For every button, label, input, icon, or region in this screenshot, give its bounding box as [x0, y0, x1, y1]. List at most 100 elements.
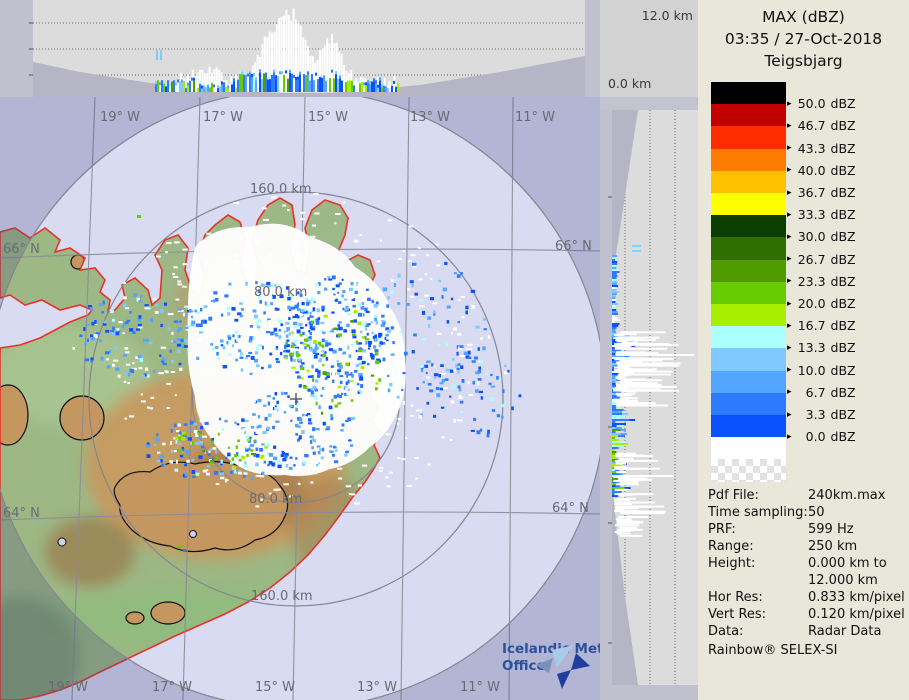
metadata-label: Hor Res:: [708, 590, 763, 605]
lat-label: 64° N: [552, 501, 589, 516]
lat-label: 66° N: [3, 242, 40, 257]
product-title: MAX (dBZ): [762, 8, 845, 26]
scale-tick-arrow-icon: ▸: [787, 143, 792, 154]
lon-label: 11° W: [515, 110, 555, 125]
metadata-value: Radar Data: [808, 624, 882, 639]
profile-bottom-margin: [600, 685, 698, 700]
scale-swatch: [711, 281, 786, 305]
metadata-value: 240km.max: [808, 488, 886, 503]
scale-tick-arrow-icon: ▸: [787, 254, 792, 265]
metadata-value: 50: [808, 505, 825, 520]
scale-swatch: [711, 126, 786, 150]
metadata-label: Range:: [708, 539, 754, 554]
metadata-label: Vert Res:: [708, 607, 767, 622]
scale-swatch: [711, 348, 786, 372]
ring-label: 160.0 km: [251, 589, 313, 604]
lon-label: 15° W: [308, 110, 348, 125]
scale-tick-arrow-icon: ▸: [787, 342, 792, 353]
scale-entry-label: ▸ 33.3 dBZ: [787, 207, 856, 223]
imo-logo-text-line1: Icelandic Met: [502, 641, 600, 657]
scale-swatch: [711, 392, 786, 416]
right-height-profile-panel: [600, 97, 698, 700]
lon-label: 13° W: [357, 680, 397, 695]
scale-entry-label: ▸ 40.0 dBZ: [787, 162, 856, 178]
scale-tick-arrow-icon: ▸: [787, 276, 792, 287]
scale-entry-label: ▸ 10.0 dBZ: [787, 362, 856, 378]
metadata-label: Pdf File:: [708, 488, 759, 503]
top-height-profile-panel: [0, 0, 600, 97]
scale-tick-arrow-icon: ▸: [787, 298, 792, 309]
scale-swatch: [711, 459, 786, 483]
scale-tick-arrow-icon: ▸: [787, 209, 792, 220]
scale-entry-label: ▸ 36.7 dBZ: [787, 185, 856, 200]
scale-tick-arrow-icon: ▸: [787, 231, 792, 242]
software-brand: Rainbow® SELEX-SI: [708, 643, 838, 658]
scale-tick-arrow-icon: ▸: [787, 365, 792, 376]
radar-map: 19° W 17° W 15° W 13° W 11° W 19° W 17° …: [0, 97, 600, 700]
scale-entry-label: ▸ 16.7 dBZ: [787, 318, 856, 334]
lon-label: 17° W: [203, 110, 243, 125]
scale-tick-arrow-icon: ▸: [787, 98, 792, 109]
metadata-label: PRF:: [708, 522, 736, 537]
profile-left-margin: [0, 0, 33, 97]
scale-entry-label: ▸ 20.0 dBZ: [787, 296, 856, 311]
product-datetime: 03:35 / 27-Oct-2018: [724, 30, 883, 48]
height-max-label: 12.0 km: [641, 8, 693, 23]
metadata-value: 250 km: [808, 539, 858, 554]
scale-tick-arrow-icon: ▸: [787, 409, 792, 420]
profile-right-margin: [585, 0, 600, 97]
scale-swatch: [711, 82, 786, 105]
metadata-value: 599 Hz: [808, 522, 854, 537]
scale-tick-arrow-icon: ▸: [787, 431, 792, 442]
scale-swatch: [711, 237, 786, 261]
lat-label: 64° N: [3, 506, 40, 521]
scale-swatch: [711, 415, 786, 438]
scale-swatch: [711, 326, 786, 349]
legend-sidebar: MAX (dBZ) 03:35 / 27-Oct-2018 Teigsbjarg…: [698, 0, 909, 700]
scale-swatch: [711, 170, 786, 194]
scale-tick-arrow-icon: ▸: [787, 320, 792, 331]
metadata-value: 0.120 km/pixel: [808, 607, 905, 622]
radar-application-window: 12.0 km 0.0 km 19° W 17° W 15° W 13° W 1…: [0, 0, 909, 700]
lon-label: 11° W: [460, 680, 500, 695]
metadata-value: 0.000 km to: [808, 556, 887, 571]
lon-label: 19° W: [100, 110, 140, 125]
scale-entry-label: ▸ 13.3 dBZ: [787, 340, 856, 356]
scale-entry-label: ▸ 23.3 dBZ: [787, 273, 856, 289]
ring-label: 160.0 km: [250, 182, 312, 197]
lat-label: 66° N: [555, 239, 592, 254]
lon-label: 17° W: [152, 680, 192, 695]
scale-swatch: [711, 437, 786, 460]
height-min-label: 0.0 km: [608, 76, 652, 91]
metadata-label: Height:: [708, 556, 756, 571]
lon-label: 13° W: [410, 110, 450, 125]
radar-station-name: Teigsbjarg: [764, 52, 843, 70]
metadata-label: Time sampling:: [708, 505, 808, 520]
ring-label: 80.0 km: [249, 492, 302, 507]
product-title-block: MAX (dBZ) 03:35 / 27-Oct-2018 Teigsbjarg: [698, 6, 909, 72]
scale-tick-arrow-icon: ▸: [787, 387, 792, 398]
metadata-label: Data:: [708, 624, 744, 639]
scale-entry-label: ▸ 46.7 dBZ: [787, 118, 856, 134]
scale-swatch: [711, 215, 786, 238]
scale-entry-label: ▸ 0.0 dBZ: [787, 429, 856, 445]
scale-swatch: [711, 193, 786, 216]
scale-swatch: [711, 304, 786, 327]
scale-tick-arrow-icon: ▸: [787, 187, 792, 198]
scale-swatch: [711, 104, 786, 127]
scale-entry-label: ▸ 43.3 dBZ: [787, 140, 856, 156]
scale-tick-arrow-icon: ▸: [787, 165, 792, 176]
lon-label: 19° W: [48, 680, 88, 695]
height-axis-gutter: 12.0 km 0.0 km: [600, 0, 698, 97]
scale-tick-arrow-icon: ▸: [787, 120, 792, 131]
lon-label: 15° W: [255, 680, 295, 695]
scale-swatch: [711, 370, 786, 394]
scale-entry-label: ▸ 26.7 dBZ: [787, 251, 856, 267]
scale-swatch: [711, 259, 786, 283]
scale-swatch: [711, 148, 786, 172]
scale-entry-label: ▸ 30.0 dBZ: [787, 229, 856, 245]
profile-top-margin: [600, 97, 698, 110]
ring-label: 80.0 km: [254, 285, 307, 300]
scale-entry-label: ▸ 3.3 dBZ: [787, 407, 856, 422]
scale-entry-label: ▸ 6.7 dBZ: [787, 384, 856, 400]
